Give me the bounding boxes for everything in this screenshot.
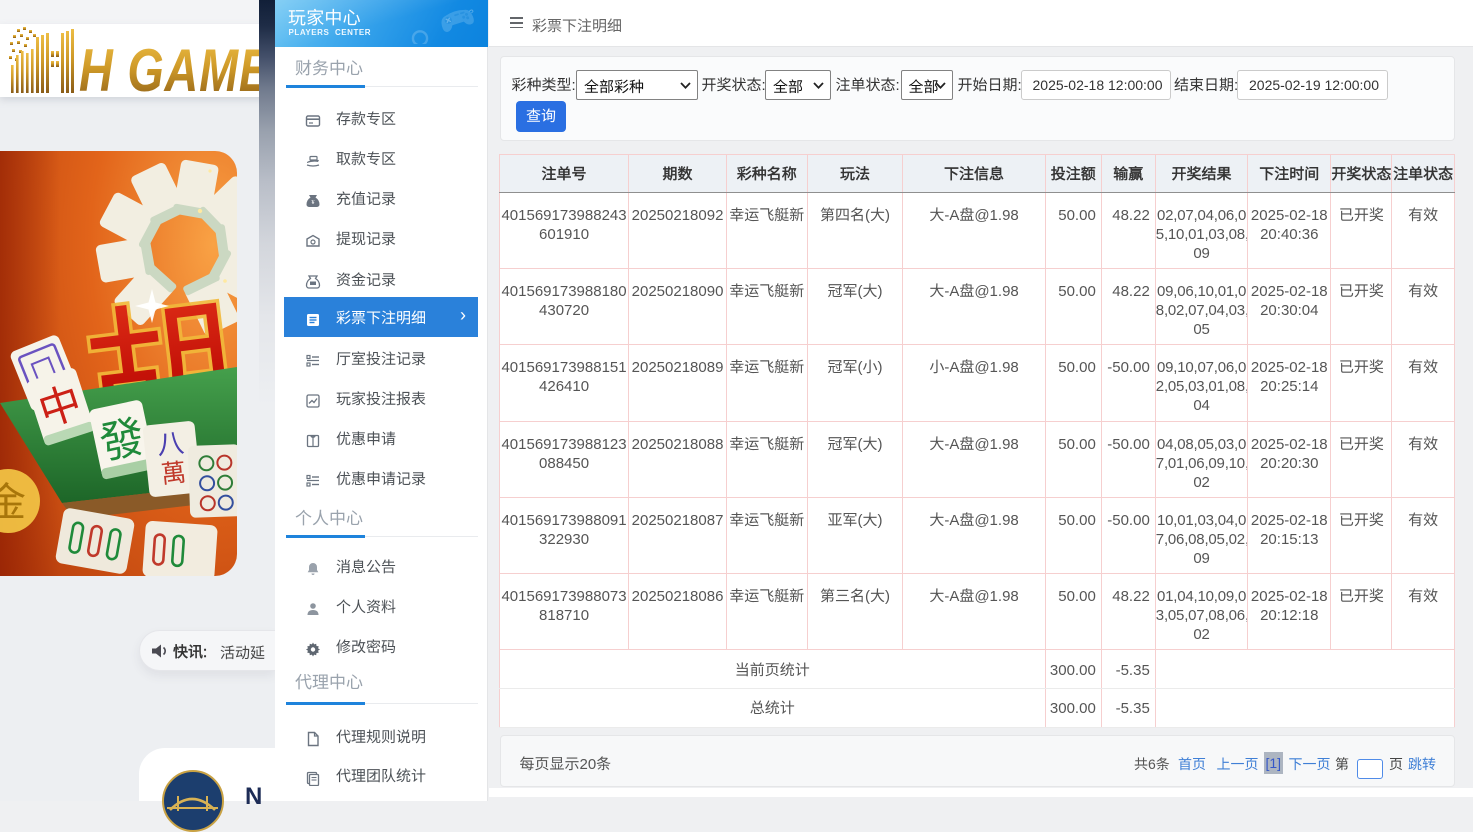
svg-text:金: 金 — [0, 470, 26, 528]
svg-text:H GAME: H GAME — [79, 37, 260, 95]
svg-text:萬: 萬 — [159, 453, 188, 491]
